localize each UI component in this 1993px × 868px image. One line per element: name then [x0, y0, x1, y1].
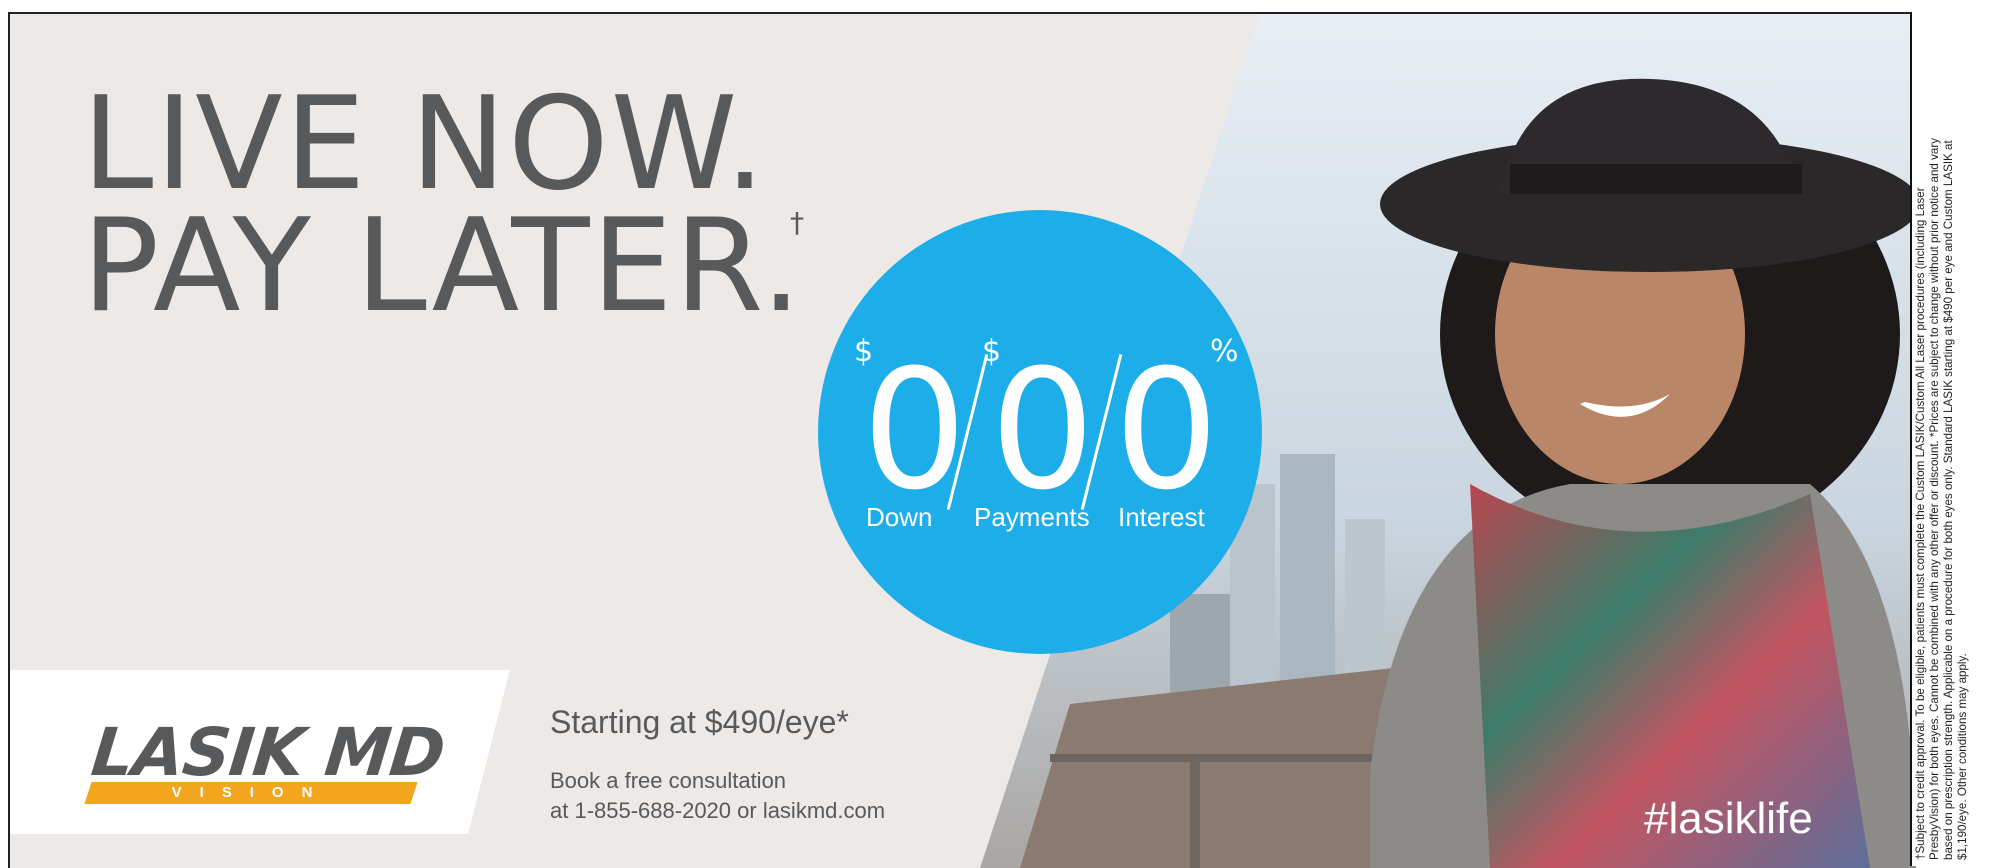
- fine-print-panel: †Subject to credit approval. To be eligi…: [1910, 12, 1993, 866]
- percent-sign: %: [1210, 334, 1239, 369]
- starting-price: Starting at $490/eye*: [550, 704, 849, 740]
- headline: LIVE NOW. PAY LATER.: [82, 70, 804, 341]
- headline-line-1: LIVE NOW.: [82, 70, 768, 219]
- lasik-md-logo: LASIK MD: [87, 714, 448, 791]
- book-line-1: Book a free consultation: [550, 768, 787, 793]
- dagger-mark: †: [790, 206, 804, 239]
- headline-line-2: PAY LATER.: [82, 192, 804, 341]
- book-line-2: at 1-855-688-2020 or lasikmd.com: [550, 798, 886, 823]
- interest-value: 0: [1114, 334, 1219, 526]
- payments-label: Payments: [974, 502, 1090, 532]
- payments-value: 0: [990, 334, 1095, 526]
- fine-print-line: based on prescription strength. Applicab…: [1942, 140, 1955, 860]
- ad-banner: LIVE NOW. PAY LATER. † $ 0 $ 0 0 % Down …: [8, 12, 1916, 868]
- interest-label: Interest: [1118, 502, 1205, 532]
- hashtag: #lasiklife: [1644, 794, 1813, 843]
- logo-vision-text: VISION: [171, 784, 331, 801]
- down-label: Down: [866, 502, 933, 532]
- fine-print-line: PresbyVision) for both eyes. Cannot be c…: [1928, 138, 1941, 860]
- book-consultation: Book a free consultation at 1-855-688-20…: [550, 766, 885, 826]
- fine-print: †Subject to credit approval. To be eligi…: [1912, 12, 1972, 866]
- fine-print-line: $1,190/eye. Other conditions may apply.: [1956, 653, 1969, 860]
- fine-print-line: †Subject to credit approval. To be eligi…: [1914, 187, 1927, 860]
- offer-circle: $ 0 $ 0 0 % Down Payments Interest: [818, 210, 1262, 654]
